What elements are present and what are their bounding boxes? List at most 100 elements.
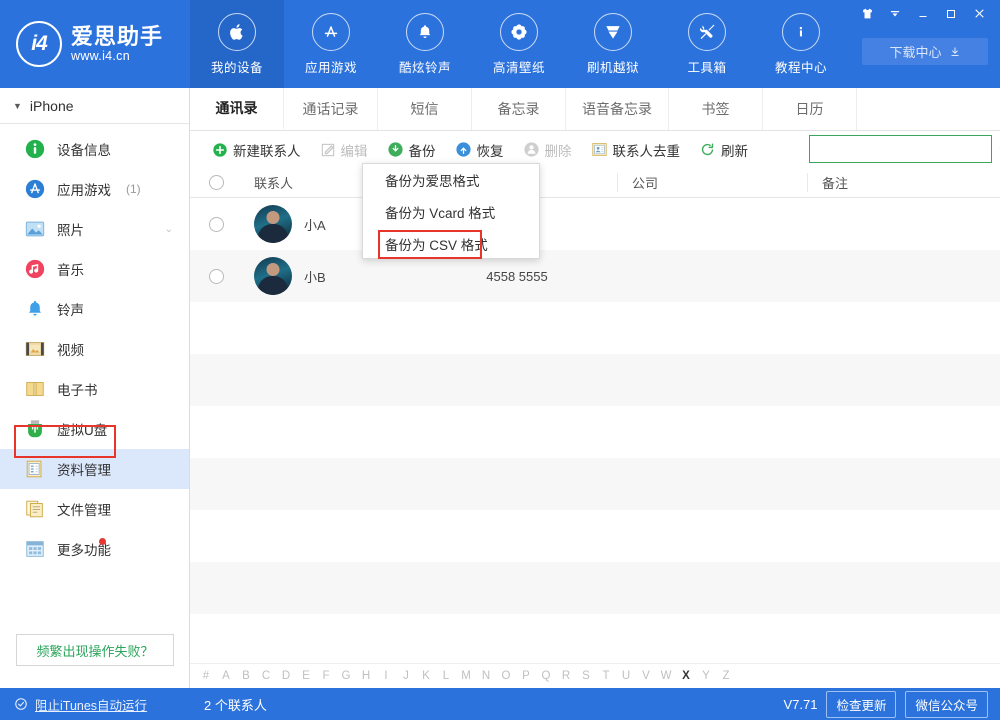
alpha-a[interactable]: A [216, 670, 236, 682]
download-center-button[interactable]: 下载中心 [862, 38, 988, 65]
menu-item-label: 备份为 CSV 格式 [385, 238, 488, 253]
data-icon [24, 458, 46, 480]
menu-item-backup-i4[interactable]: 备份为爱思格式 [363, 164, 539, 196]
nav-flash-jailbreak[interactable]: 刷机越狱 [566, 0, 660, 88]
table-row-empty [190, 562, 1000, 614]
app-logo: i4 爱思助手 www.i4.cn [0, 0, 190, 88]
sidebar-item-videos[interactable]: 视频 [0, 329, 189, 369]
chevron-down-icon[interactable]: ⌄ [165, 224, 173, 235]
sidebar-item-more-features[interactable]: 更多功能 [0, 529, 189, 569]
alpha-y[interactable]: Y [696, 670, 716, 682]
sidebar-item-data-management[interactable]: 资料管理 [0, 449, 189, 489]
help-failure-button[interactable]: 频繁出现操作失败？ [16, 634, 174, 666]
alpha-z[interactable]: Z [716, 670, 736, 682]
column-header-note[interactable]: 备注 [807, 173, 1000, 192]
sidebar-item-ebooks[interactable]: 电子书 [0, 369, 189, 409]
brand-name: 爱思助手 [71, 23, 164, 49]
alpha-hash[interactable]: # [196, 670, 216, 682]
close-icon[interactable] [966, 4, 992, 23]
tab-sms[interactable]: 短信 [378, 88, 472, 130]
table-row[interactable]: 小B 4558 5555 [190, 250, 1000, 302]
alpha-o[interactable]: O [496, 670, 516, 682]
sidebar-item-music[interactable]: 音乐 [0, 249, 189, 289]
block-itunes-toggle[interactable]: 阻止iTunes自动运行 [0, 695, 190, 714]
tab-notes[interactable]: 备忘录 [472, 88, 566, 130]
help-failure-label: 频繁出现操作失败？ [36, 643, 154, 659]
alpha-q[interactable]: Q [536, 670, 556, 682]
sidebar-item-device-info[interactable]: 设备信息 [0, 129, 189, 169]
contacts-table: 联系人 公司 备注 小A 小B 4558 5555 [190, 168, 1000, 663]
alpha-v[interactable]: V [636, 670, 656, 682]
sidebar-item-photos[interactable]: 照片 ⌄ [0, 209, 189, 249]
alpha-m[interactable]: M [456, 670, 476, 682]
nav-toolbox[interactable]: 工具箱 [660, 0, 754, 88]
alpha-h[interactable]: H [356, 670, 376, 682]
delete-button[interactable]: 删除 [515, 136, 580, 164]
tab-call-history[interactable]: 通话记录 [284, 88, 378, 130]
tab-calendar[interactable]: 日历 [763, 88, 857, 130]
alpha-x[interactable]: X [676, 670, 696, 682]
alpha-i[interactable]: I [376, 670, 396, 682]
alphabet-index: # A B C D E F G H I J K L M N O P Q R S … [190, 663, 1000, 688]
alpha-w[interactable]: W [656, 670, 676, 682]
alpha-n[interactable]: N [476, 670, 496, 682]
new-contact-button[interactable]: 新建联系人 [204, 136, 309, 164]
nav-wallpapers[interactable]: 高清壁纸 [472, 0, 566, 88]
nav-label: 酷炫铃声 [398, 60, 451, 75]
sidebar-item-label: 铃声 [57, 303, 84, 318]
download-icon [951, 47, 958, 56]
shirt-icon[interactable] [854, 4, 880, 23]
check-update-button[interactable]: 检查更新 [826, 690, 897, 718]
nav-tutorial-center[interactable]: 教程中心 [754, 0, 848, 88]
chevron-down-icon[interactable] [882, 4, 908, 23]
row-checkbox[interactable] [190, 268, 242, 284]
nav-apps-games[interactable]: 应用游戏 [284, 0, 378, 88]
backup-button[interactable]: 备份 [379, 136, 444, 164]
alpha-l[interactable]: L [436, 670, 456, 682]
device-selector[interactable]: ▼ iPhone [0, 88, 189, 124]
maximize-icon[interactable] [938, 4, 964, 23]
table-row-empty [190, 406, 1000, 458]
contact-count: 2 个联系人 [204, 697, 267, 713]
tab-bookmarks[interactable]: 书签 [669, 88, 763, 130]
alpha-c[interactable]: C [256, 670, 276, 682]
nav-my-device[interactable]: 我的设备 [190, 0, 284, 88]
sidebar-item-virtual-usb[interactable]: 虚拟U盘 [0, 409, 189, 449]
tab-voice-memos[interactable]: 语音备忘录 [566, 88, 669, 130]
alpha-p[interactable]: P [516, 670, 536, 682]
wechat-official-button[interactable]: 微信公众号 [905, 690, 988, 718]
select-all-checkbox[interactable] [190, 175, 242, 190]
backup-format-menu: 备份为爱思格式 备份为 Vcard 格式 备份为 CSV 格式 [362, 163, 540, 259]
sidebar-item-apps-games[interactable]: 应用游戏 (1) [0, 169, 189, 209]
refresh-button[interactable]: 刷新 [691, 136, 756, 164]
search-input[interactable] [810, 136, 998, 162]
menu-item-backup-vcard[interactable]: 备份为 Vcard 格式 [363, 196, 539, 228]
alpha-u[interactable]: U [616, 670, 636, 682]
alpha-k[interactable]: K [416, 670, 436, 682]
tab-contacts[interactable]: 通讯录 [190, 88, 284, 130]
alpha-b[interactable]: B [236, 670, 256, 682]
alpha-g[interactable]: G [336, 670, 356, 682]
column-header-company[interactable]: 公司 [617, 173, 807, 192]
nav-ringtones[interactable]: 酷炫铃声 [378, 0, 472, 88]
flower-icon [500, 12, 538, 51]
sidebar-item-ringtones[interactable]: 铃声 [0, 289, 189, 329]
edit-button[interactable]: 编辑 [312, 136, 376, 164]
sidebar-item-file-management[interactable]: 文件管理 [0, 489, 189, 529]
table-row[interactable]: 小A [190, 198, 1000, 250]
alpha-d[interactable]: D [276, 670, 296, 682]
dedupe-contacts-button[interactable]: 联系人去重 [583, 136, 689, 164]
alpha-t[interactable]: T [596, 670, 616, 682]
alpha-e[interactable]: E [296, 670, 316, 682]
toolbar-label: 备份 [408, 143, 436, 159]
alpha-f[interactable]: F [316, 670, 336, 682]
dedupe-icon [591, 143, 607, 156]
alpha-r[interactable]: R [556, 670, 576, 682]
alpha-s[interactable]: S [576, 670, 596, 682]
search-box[interactable] [809, 135, 1000, 163]
row-checkbox[interactable] [190, 216, 242, 232]
minimize-icon[interactable] [910, 4, 936, 23]
restore-button[interactable]: 恢复 [447, 136, 512, 164]
alpha-j[interactable]: J [396, 670, 416, 682]
menu-item-backup-csv[interactable]: 备份为 CSV 格式 [363, 228, 539, 260]
